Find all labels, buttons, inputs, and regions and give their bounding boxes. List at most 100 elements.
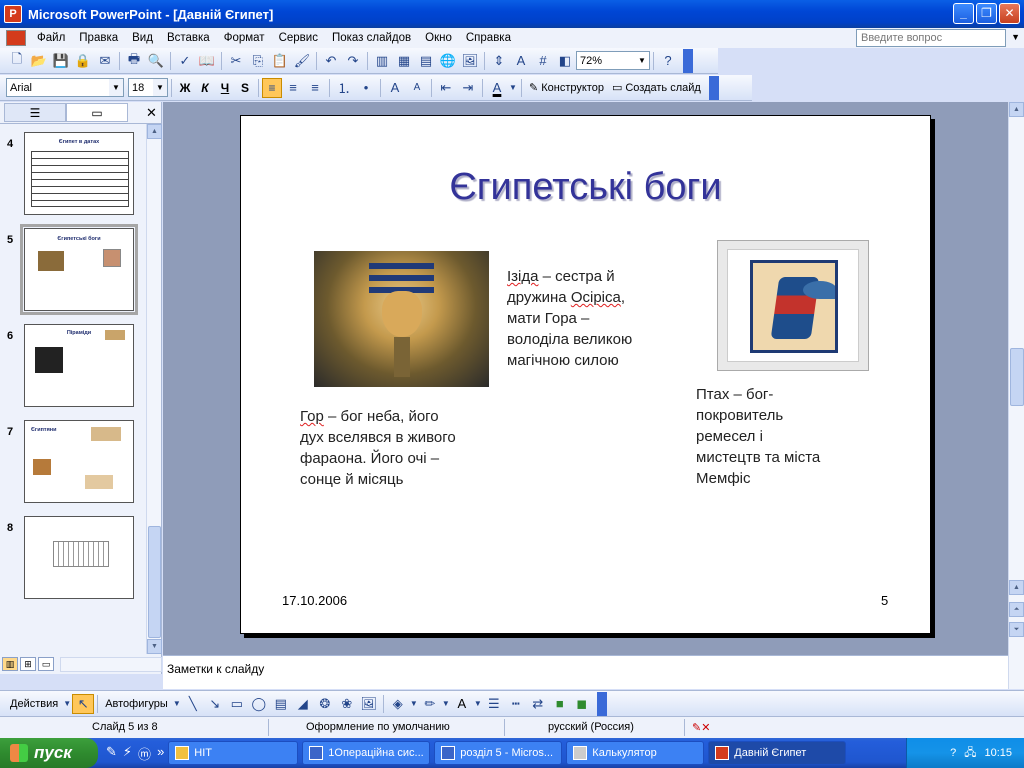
hyperlink-icon[interactable]: 🌐: [437, 51, 459, 71]
isida-textbox[interactable]: Ізіда – сестра й дружина Осіріса, мати Г…: [507, 266, 667, 371]
permission-icon[interactable]: 🔒: [72, 51, 94, 71]
open-icon[interactable]: 📂: [28, 51, 50, 71]
bullets-icon[interactable]: •: [355, 78, 377, 98]
chevron-down-icon[interactable]: ▼: [508, 78, 518, 98]
slide-sorter-icon[interactable]: ⊞: [20, 657, 36, 671]
slides-tab[interactable]: ▭: [66, 103, 128, 122]
select-pointer-icon[interactable]: ↖: [72, 693, 95, 714]
task-powerpoint[interactable]: Давній Єгипет: [708, 741, 847, 765]
font-color-icon[interactable]: A: [451, 694, 473, 714]
help-icon[interactable]: ?: [657, 51, 679, 71]
scroll-up-icon[interactable]: ▲: [147, 124, 162, 139]
clock[interactable]: 10:15: [984, 747, 1012, 759]
design-button[interactable]: ✎ Конструктор: [525, 81, 608, 95]
chevron-down-icon[interactable]: ▼: [473, 694, 483, 714]
network-icon[interactable]: 🖧: [964, 744, 976, 763]
menu-insert[interactable]: Вставка: [160, 32, 217, 44]
new-slide-button[interactable]: ▭ Создать слайд: [608, 81, 705, 95]
help-dropdown-icon[interactable]: ▼: [1011, 32, 1020, 42]
line-style-icon[interactable]: ☰: [483, 694, 505, 714]
scroll-down-icon[interactable]: ▼: [147, 639, 162, 654]
slide-thumb-6[interactable]: Піраміди: [24, 324, 134, 407]
show-formatting-icon[interactable]: A: [510, 51, 532, 71]
redo-icon[interactable]: ↷: [342, 51, 364, 71]
notes-pane[interactable]: Заметки к слайду: [163, 655, 1008, 689]
copy-icon[interactable]: ⎘: [247, 51, 269, 71]
diagram-icon[interactable]: ❂: [314, 694, 336, 714]
close-icon[interactable]: ✕: [146, 105, 157, 121]
chevron-down-icon[interactable]: ▼: [109, 79, 123, 96]
task-hit-folder[interactable]: НІТ: [168, 741, 299, 765]
ptah-textbox[interactable]: Птах – бог- покровитель ремесел і мистец…: [696, 384, 866, 489]
status-language[interactable]: русский (Россия): [548, 721, 634, 733]
arrow-style-icon[interactable]: ⇄: [527, 694, 549, 714]
menu-window[interactable]: Окно: [418, 32, 459, 44]
quicklaunch-edit-icon[interactable]: ✎: [106, 744, 117, 763]
align-left-icon[interactable]: ≡: [262, 77, 282, 98]
oval-icon[interactable]: ◯: [248, 694, 270, 714]
rectangle-icon[interactable]: ▭: [226, 694, 248, 714]
task-word-doc1[interactable]: 1Операційна сис...: [302, 741, 431, 765]
research-icon[interactable]: 📖: [196, 51, 218, 71]
font-color-icon[interactable]: A: [486, 78, 508, 98]
toolbar-options-icon[interactable]: [683, 48, 693, 73]
quicklaunch-winamp-icon[interactable]: ⚡: [123, 744, 132, 763]
color-grayscale-icon[interactable]: ◧: [554, 51, 576, 71]
scroll-up-icon[interactable]: ▲: [1009, 102, 1024, 117]
slideshow-view-icon[interactable]: ▭: [38, 657, 54, 671]
picture-icon[interactable]: 🖼: [358, 694, 380, 714]
format-painter-icon[interactable]: 🖌: [291, 51, 313, 71]
print-icon[interactable]: 🖶: [123, 51, 145, 71]
tutankhamun-image[interactable]: [314, 251, 489, 387]
font-size-select[interactable]: 18 ▼: [128, 78, 168, 97]
start-button[interactable]: пуск: [0, 738, 98, 768]
restore-button[interactable]: ❐: [976, 3, 997, 24]
menu-format[interactable]: Формат: [217, 32, 272, 44]
chevron-down-icon[interactable]: ▼: [62, 694, 72, 714]
slide-thumb-8[interactable]: [24, 516, 134, 599]
slide-thumb-5[interactable]: Єгипетські боги: [20, 224, 138, 315]
clipart-icon[interactable]: ❀: [336, 694, 358, 714]
increase-font-icon[interactable]: A: [384, 78, 406, 98]
next-slide-icon[interactable]: ⏷: [1009, 622, 1024, 637]
help-tray-icon[interactable]: ?: [950, 747, 956, 759]
undo-icon[interactable]: ↶: [320, 51, 342, 71]
menu-slideshow[interactable]: Показ слайдов: [325, 32, 418, 44]
draw-actions-menu[interactable]: Действия: [6, 698, 62, 710]
ptah-papyrus-image[interactable]: [717, 240, 869, 371]
chevron-down-icon[interactable]: ▼: [441, 694, 451, 714]
grid-icon[interactable]: #: [532, 51, 554, 71]
chevron-down-icon[interactable]: ▼: [153, 79, 167, 96]
fill-color-icon[interactable]: ◈: [387, 694, 409, 714]
increase-indent-icon[interactable]: ⇥: [457, 78, 479, 98]
3d-style-icon[interactable]: ◼: [571, 694, 593, 714]
quicklaunch-more-icon[interactable]: »: [157, 744, 164, 763]
shadow-style-icon[interactable]: ■: [549, 694, 571, 714]
tables-borders-icon[interactable]: ▤: [415, 51, 437, 71]
close-button[interactable]: ✕: [999, 3, 1020, 24]
shadow-button[interactable]: S: [235, 81, 255, 95]
print-preview-icon[interactable]: 🔍: [145, 51, 167, 71]
notes-scrollbar[interactable]: [1008, 655, 1024, 689]
spelling-icon[interactable]: ✓: [174, 51, 196, 71]
powerpoint-app-icon[interactable]: P: [4, 5, 22, 23]
textbox-icon[interactable]: ▤: [270, 694, 292, 714]
chevron-down-icon[interactable]: ▼: [172, 694, 182, 714]
scroll-thumb[interactable]: [1010, 348, 1024, 406]
autoshapes-menu[interactable]: Автофигуры: [101, 698, 172, 710]
menu-edit[interactable]: Правка: [72, 32, 125, 44]
decrease-font-icon[interactable]: A: [406, 78, 428, 98]
paste-icon[interactable]: 📋: [269, 51, 291, 71]
task-word-doc2[interactable]: розділ 5 - Micros...: [434, 741, 563, 765]
numbering-icon[interactable]: ⒈: [333, 78, 355, 98]
insert-table-icon[interactable]: ▦: [393, 51, 415, 71]
chevron-down-icon[interactable]: ▼: [635, 56, 649, 65]
help-question-input[interactable]: Введите вопрос: [856, 29, 1006, 47]
email-icon[interactable]: ✉: [94, 51, 116, 71]
horizontal-scrollbar[interactable]: [60, 656, 162, 672]
gor-textbox[interactable]: Гор – бог неба, його дух вселявся в живо…: [300, 406, 500, 490]
insert-picture-icon[interactable]: 🖼: [459, 51, 481, 71]
slide-title[interactable]: Єгипетські боги: [241, 166, 930, 209]
toolbar-options-icon[interactable]: [596, 691, 607, 716]
underline-button[interactable]: Ч: [215, 81, 235, 95]
